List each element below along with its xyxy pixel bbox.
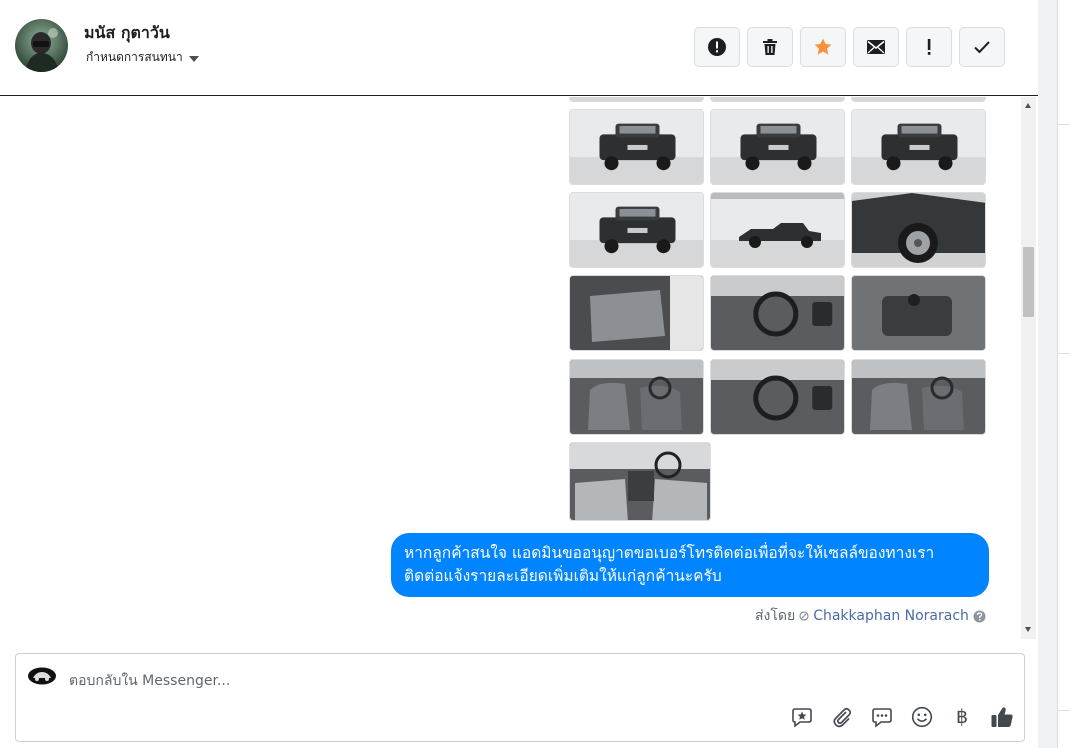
alert-circle-icon xyxy=(708,38,726,56)
vehicle-photo[interactable] xyxy=(569,192,704,268)
sent-by-info: ส่งโดย Chakkaphan Norarach xyxy=(755,605,986,627)
page-avatar xyxy=(27,667,56,685)
saved-reply-icon[interactable] xyxy=(789,704,815,730)
message-thread[interactable]: หากลูกค้าสนใจ แอดมินขออนุญาตขอเบอร์โทรติ… xyxy=(0,97,1038,639)
mark-spam-button[interactable] xyxy=(694,27,740,67)
sender-name[interactable]: Chakkaphan Norarach xyxy=(813,608,969,624)
help-icon[interactable] xyxy=(973,610,986,623)
caret-down-icon xyxy=(188,55,199,62)
emoji-icon[interactable] xyxy=(909,704,935,730)
header-actions xyxy=(694,27,1005,67)
scroll-down-arrow-icon[interactable] xyxy=(1025,627,1031,632)
vehicle-photo[interactable] xyxy=(710,275,845,351)
vehicle-photo[interactable] xyxy=(851,359,986,435)
conversation-label-dropdown[interactable]: กำหนดการสนทนา xyxy=(86,48,199,67)
conversation-pane: มนัส กุตาวัน กำหนดการสนทนา หากลูกค้าสนใจ… xyxy=(0,0,1038,748)
circle-slash-icon xyxy=(799,611,809,621)
attachment-icon[interactable] xyxy=(829,704,855,730)
mark-unread-button[interactable] xyxy=(853,27,899,67)
exclamation-icon xyxy=(927,39,931,55)
thread-scrollbar[interactable] xyxy=(1021,97,1036,639)
contact-avatar[interactable] xyxy=(15,19,68,72)
messenger-inbox: มนัส กุตาวัน กำหนดการสนทนา หากลูกค้าสนใจ… xyxy=(0,0,1070,748)
reply-composer: ตอบกลับใน Messenger... ฿ xyxy=(15,653,1025,742)
baht-icon[interactable]: ฿ xyxy=(949,704,975,730)
divider xyxy=(1058,124,1070,125)
message-line-1: หากลูกค้าสนใจ แอดมินขออนุญาตขอเบอร์โทรติ… xyxy=(404,544,935,562)
vehicle-photo[interactable] xyxy=(569,359,704,435)
contact-name[interactable]: มนัส กุตาวัน xyxy=(84,21,170,46)
vehicle-photo[interactable] xyxy=(710,192,845,268)
vehicle-photo[interactable] xyxy=(710,97,845,102)
scrollbar-thumb[interactable] xyxy=(1023,247,1034,317)
vehicle-photo[interactable] xyxy=(851,275,986,351)
star-icon xyxy=(814,38,832,55)
scroll-up-arrow-icon[interactable] xyxy=(1025,103,1031,108)
thumbs-up-icon[interactable] xyxy=(989,704,1015,730)
vehicle-photo[interactable] xyxy=(851,97,986,102)
message-bubble[interactable]: หากลูกค้าสนใจ แอดมินขออนุญาตขอเบอร์โทรติ… xyxy=(391,533,989,597)
vehicle-photo[interactable] xyxy=(851,109,986,185)
right-info-panel xyxy=(1038,0,1070,748)
conversation-header: มนัส กุตาวัน กำหนดการสนทนา xyxy=(0,0,1038,96)
envelope-icon xyxy=(867,40,885,54)
divider xyxy=(1058,353,1070,354)
vehicle-photo[interactable] xyxy=(569,442,711,521)
vehicle-photo[interactable] xyxy=(569,109,704,185)
vehicle-photo[interactable] xyxy=(710,109,845,185)
delete-button[interactable] xyxy=(747,27,793,67)
trash-icon xyxy=(763,39,777,55)
divider xyxy=(1058,710,1070,711)
vehicle-photo[interactable] xyxy=(710,359,845,435)
right-panel-card xyxy=(1057,0,1070,748)
follow-up-button[interactable] xyxy=(906,27,952,67)
message-line-2: ติดต่อแจ้งรายละเอียดเพิ่มเติมให้แก่ลูกค้… xyxy=(404,567,722,585)
sent-by-label: ส่งโดย xyxy=(755,608,796,624)
star-button[interactable] xyxy=(800,27,846,67)
conversation-label-text: กำหนดการสนทนา xyxy=(86,50,183,64)
vehicle-photo[interactable] xyxy=(569,97,704,102)
composer-toolbar: ฿ xyxy=(789,704,1015,730)
vehicle-photo[interactable] xyxy=(851,192,986,268)
mark-done-button[interactable] xyxy=(959,27,1005,67)
vehicle-photo[interactable] xyxy=(569,275,704,351)
checkmark-icon xyxy=(974,41,990,54)
reply-input[interactable]: ตอบกลับใน Messenger... xyxy=(69,670,230,692)
baht-symbol: ฿ xyxy=(955,705,969,728)
chat-bubbles-icon[interactable] xyxy=(869,704,895,730)
